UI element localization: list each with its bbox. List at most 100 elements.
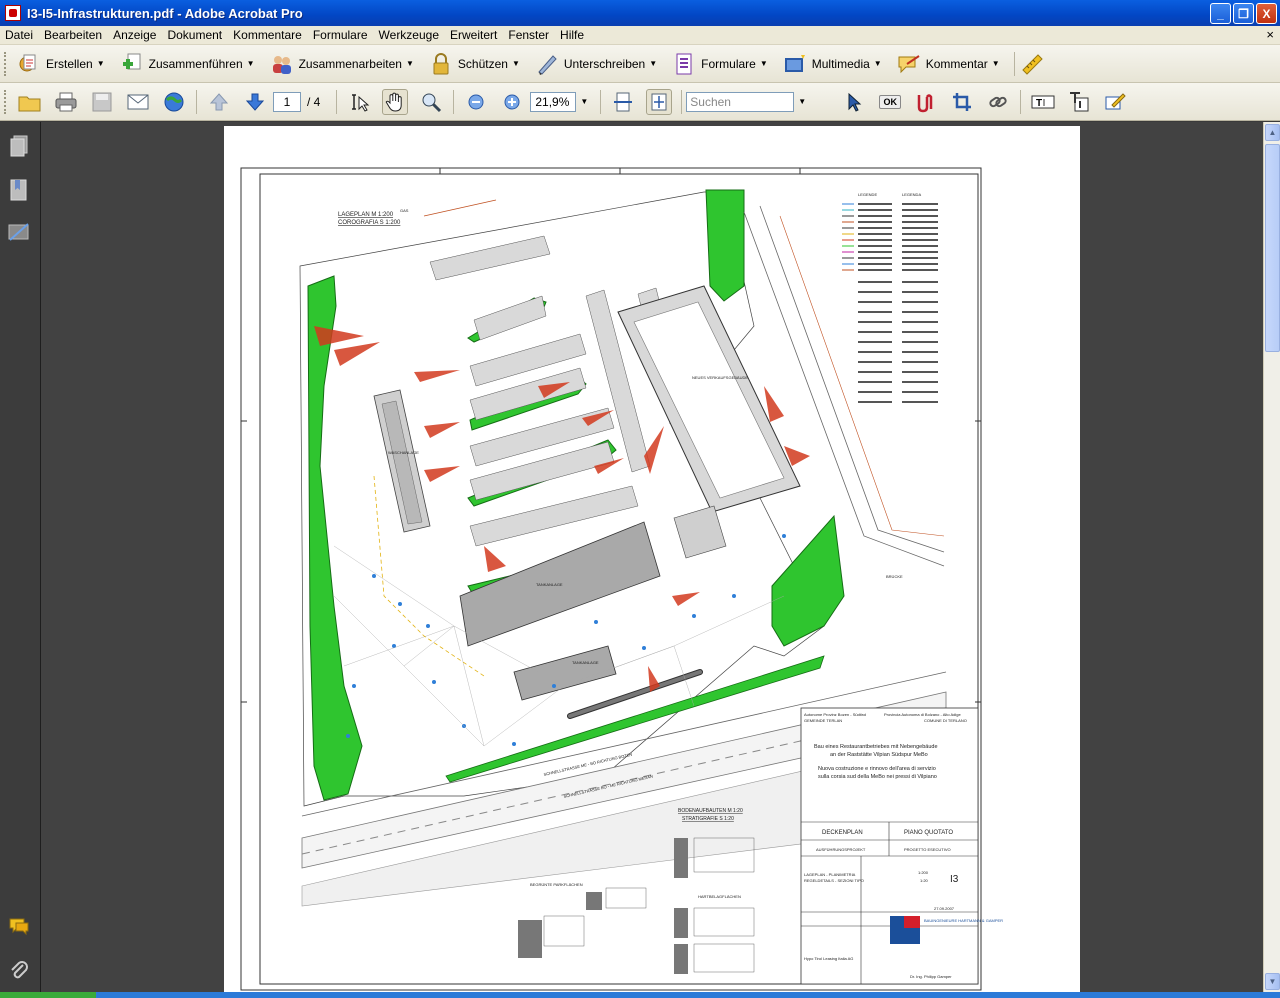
signatory: Dr. Ing. Philipp Gamper [910, 974, 952, 979]
edit-form-icon[interactable] [1102, 89, 1128, 115]
page-number-input[interactable]: 1 [273, 91, 301, 112]
project-desc-it-2: sulla corsia sud della MeBo nei pressi d… [818, 774, 937, 780]
menu-bearbeiten[interactable]: Bearbeiten [39, 28, 108, 42]
print-icon[interactable] [53, 89, 79, 115]
close-button[interactable]: X [1256, 3, 1277, 24]
content-1: LAGEPLAN - PLANIMETRIA [804, 872, 856, 877]
hand-tool-icon[interactable] [382, 88, 409, 115]
combine-icon [119, 51, 145, 77]
site-plan-drawing: LAGEPLAN M 1:200 COROGRAFIA S 1:200 NEUE… [240, 167, 1003, 991]
zoom-level-input[interactable]: 21,9% [530, 91, 577, 112]
sign-button[interactable]: Unterschreiben ▼ [530, 49, 661, 79]
multimedia-label: Multimedia [811, 56, 870, 71]
create-button[interactable]: Erstellen ▼ [12, 49, 109, 79]
client-name: Hypo Tirol Leasing Italia AG [804, 956, 853, 961]
next-page-icon[interactable] [242, 89, 268, 115]
navigation-pane [0, 122, 41, 998]
signature-field-icon[interactable] [913, 89, 939, 115]
ruler-icon[interactable] [1019, 51, 1045, 77]
maximize-button[interactable]: ❐ [1233, 3, 1254, 24]
menu-werkzeuge[interactable]: Werkzeuge [374, 28, 445, 42]
attachments-icon[interactable] [8, 958, 30, 982]
acrobat-app-icon[interactable] [5, 5, 21, 21]
chevron-down-icon: ▼ [759, 59, 768, 68]
scroll-thumb[interactable] [1265, 144, 1280, 352]
search-input[interactable]: Suchen [686, 91, 795, 112]
fuel-station-label: TANKANLAGE [536, 582, 563, 587]
marquee-zoom-icon[interactable] [418, 89, 444, 115]
lock-icon [428, 51, 454, 77]
collaborate-icon [269, 51, 295, 77]
ok-button-tool-icon[interactable]: OK [877, 89, 903, 115]
menu-dokument[interactable]: Dokument [162, 28, 228, 42]
scroll-up-button[interactable]: ▲ [1265, 124, 1280, 141]
hard-surface-label: HARTBELAGFLÄCHEN [698, 894, 741, 899]
menu-bar: Datei Bearbeiten Anzeige Dokument Kommen… [0, 26, 1280, 45]
menu-formulare[interactable]: Formulare [308, 28, 374, 42]
menu-anzeige[interactable]: Anzeige [108, 28, 162, 42]
pages-icon[interactable] [8, 134, 30, 158]
fit-page-icon[interactable] [646, 88, 673, 115]
firm-logo-accent [904, 916, 920, 928]
create-pdf-icon [16, 51, 42, 77]
search-dropdown-icon[interactable]: ▼ [798, 97, 806, 106]
chevron-down-icon: ▼ [405, 59, 414, 68]
svg-text:T: T [1036, 98, 1042, 109]
signatures-icon[interactable] [8, 220, 30, 244]
crop-icon[interactable] [949, 89, 975, 115]
menu-fenster[interactable]: Fenster [503, 28, 555, 42]
previous-page-icon[interactable] [206, 89, 232, 115]
protect-button[interactable]: Schützen ▼ [424, 49, 524, 79]
vertical-scrollbar[interactable]: ▲ ▼ [1263, 122, 1280, 992]
menu-kommentare[interactable]: Kommentare [228, 28, 308, 42]
comments-icon[interactable] [8, 914, 30, 938]
scale-2: 1:20 [920, 878, 929, 883]
protect-label: Schützen [457, 56, 508, 71]
minimize-button[interactable]: _ [1210, 3, 1231, 24]
toolbar-grip[interactable] [4, 51, 8, 76]
toolbar-separator [453, 89, 455, 114]
document-close-icon[interactable]: × [1266, 27, 1274, 42]
open-folder-icon[interactable] [17, 89, 43, 115]
phase-de: AUSFÜHRUNGSPROJEKT [816, 847, 866, 852]
zoom-out-icon[interactable] [463, 89, 489, 115]
comment-icon [896, 51, 922, 77]
comment-button[interactable]: Kommentar ▼ [892, 49, 1004, 79]
window-controls: _ ❐ X [1210, 3, 1277, 24]
stratigrafie-title: STRATIGRAFIE S 1:20 [682, 816, 734, 822]
municipality-it: COMUNE DI TERLANO [924, 718, 967, 723]
collaborate-button[interactable]: Zusammenarbeiten ▼ [265, 49, 418, 79]
forms-button[interactable]: Formulare ▼ [667, 49, 772, 79]
project-desc-it-1: Nuova costruzione e rinnovo dell'area di… [818, 766, 936, 772]
bookmarks-icon[interactable] [8, 178, 30, 202]
project-desc-de-1: Bau eines Restaurantbetriebes mit Nebeng… [814, 744, 938, 750]
select-object-icon[interactable] [841, 89, 867, 115]
select-text-icon[interactable] [346, 89, 372, 115]
text-field-icon[interactable]: T [1030, 89, 1056, 115]
toolbar-separator [1013, 51, 1015, 76]
zoom-in-icon[interactable] [499, 89, 525, 115]
menu-erweitert[interactable]: Erweitert [445, 28, 503, 42]
multimedia-button[interactable]: Multimedia ▼ [778, 49, 886, 79]
project-desc-de-2: an der Raststätte Vilpian Südspur MeBo [830, 752, 928, 758]
web-globe-icon[interactable] [161, 89, 187, 115]
phase-it: PROGETTO ESECUTIVO [904, 847, 951, 852]
combine-button[interactable]: Zusammenführen ▼ [115, 49, 259, 79]
form-icon [671, 51, 697, 77]
scroll-down-button[interactable]: ▼ [1265, 973, 1280, 990]
fit-width-icon[interactable] [610, 89, 636, 115]
bridge-label: BRÜCKE [886, 574, 903, 579]
toolbar-grip[interactable] [4, 89, 8, 114]
province-it: Provincia Autonoma di Bolzano - Alto Adi… [884, 712, 961, 717]
text-box-icon[interactable] [1066, 89, 1092, 115]
zoom-dropdown-icon[interactable]: ▼ [580, 97, 588, 106]
green-parking-label: BEGRÜNTE PARKFLÄCHEN [530, 882, 583, 887]
menu-datei[interactable]: Datei [0, 28, 39, 42]
lageplan-title: LAGEPLAN M 1:200 [338, 212, 394, 218]
save-icon[interactable] [89, 89, 115, 115]
menu-hilfe[interactable]: Hilfe [555, 28, 590, 42]
link-icon[interactable] [985, 89, 1011, 115]
email-icon[interactable] [125, 89, 151, 115]
chevron-down-icon: ▼ [991, 59, 1000, 68]
document-viewport[interactable]: LAGEPLAN M 1:200 COROGRAFIA S 1:200 NEUE… [41, 122, 1263, 992]
